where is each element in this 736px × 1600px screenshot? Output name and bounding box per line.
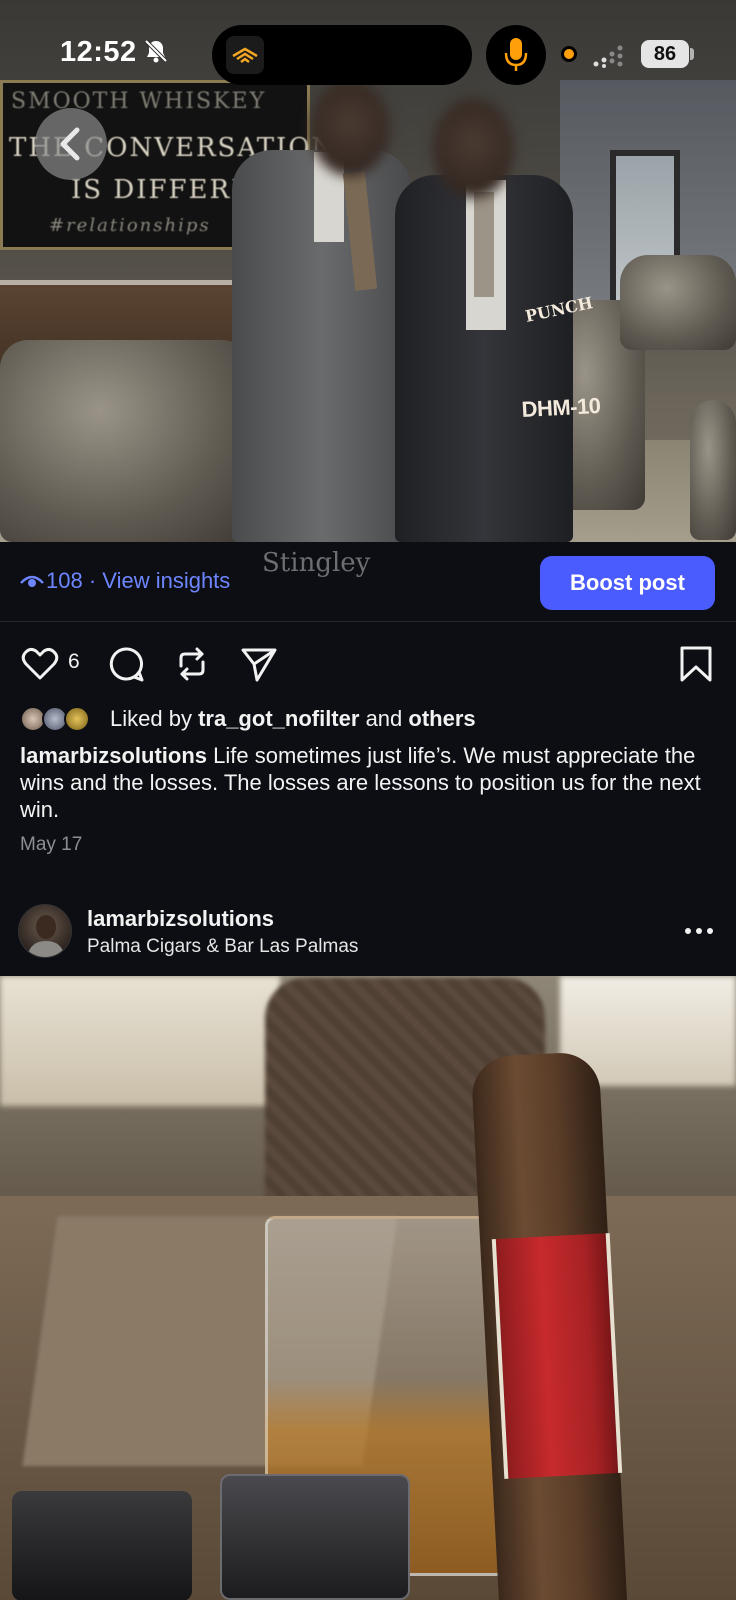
liked-by-line[interactable]: Liked by tra_got_nofilter and others [110,706,476,732]
post-username[interactable]: lamarbizsolutions [87,906,274,932]
avatar[interactable] [18,904,72,958]
photo-chair-right [690,400,736,540]
liked-by-others[interactable]: others [408,706,475,731]
photo-face-2-blurred [432,98,514,198]
status-bar: 12:52 86 [0,0,736,108]
status-time: 12:52 [60,36,137,68]
post-photo-2[interactable] [0,976,736,1600]
photo2-window-left [0,976,280,1106]
sign-line-4: #relationships [49,215,211,236]
eye-icon [20,575,44,587]
repost-icon[interactable] [172,644,212,684]
cigar-band-model: DHM-10 [520,392,602,423]
like-count[interactable]: 6 [68,650,80,674]
post-caption[interactable]: lamarbizsolutions Life sometimes just li… [20,742,720,823]
boost-post-button[interactable]: Boost post [540,556,715,610]
liker-avatar-3[interactable] [64,706,90,732]
caption-username[interactable]: lamarbizsolutions [20,743,207,768]
photo2-lighter-right [220,1474,410,1600]
audible-icon [226,36,264,74]
photo-chair-left [0,340,250,542]
battery-tip [690,48,694,60]
lighter-brand: Stingley [262,548,371,578]
post-location[interactable]: Palma Cigars & Bar Las Palmas [87,936,358,958]
photo2-cigar-band [491,1233,623,1479]
photo2-lighter-left [12,1491,192,1600]
mic-icon [504,38,528,71]
liked-by-and: and [365,706,403,731]
photo-tie-2 [474,192,494,297]
battery-indicator: 86 [641,40,689,68]
share-icon[interactable] [239,644,279,684]
comment-icon[interactable] [106,644,146,684]
heart-icon[interactable] [20,644,60,684]
insights-link-label: View insights [102,568,231,593]
view-insights-link[interactable]: 108 · View insights [46,568,230,594]
view-count: 108 [46,568,83,593]
photo-chair-back [620,255,736,350]
insights-separator: · [88,568,97,593]
avatar-silhouette [27,915,65,957]
orange-privacy-dot [561,46,577,62]
liked-by-user[interactable]: tra_got_nofilter [198,706,359,731]
liked-by-prefix: Liked by [110,706,192,731]
bell-off-icon [144,39,168,63]
bookmark-icon[interactable] [676,644,716,684]
post-date: May 17 [20,834,83,855]
more-icon[interactable] [684,926,714,936]
back-icon[interactable] [35,108,107,180]
signal-icon [593,45,623,68]
